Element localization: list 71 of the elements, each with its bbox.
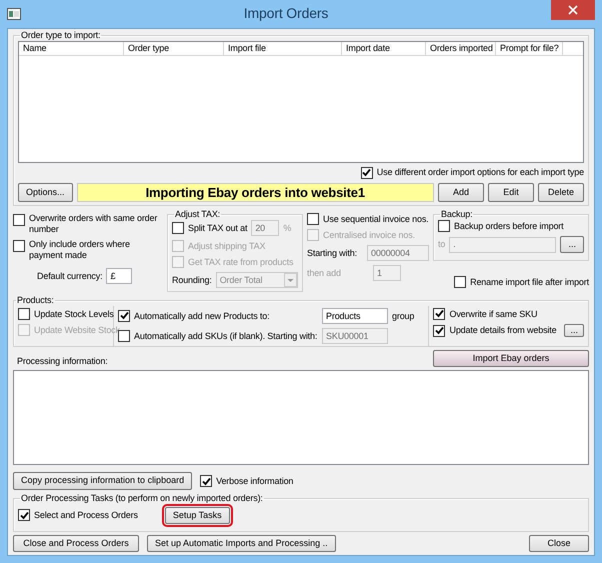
column-header[interactable]: Name xyxy=(19,42,124,55)
group-label: Products: xyxy=(16,295,55,306)
options-button[interactable]: Options... xyxy=(18,182,73,202)
checkbox-label: Update details from website xyxy=(449,325,556,336)
checkbox-label: Automatically add SKUs (if blank). Starting with: xyxy=(134,330,318,342)
field-label: then add xyxy=(307,268,342,279)
checkbox[interactable] xyxy=(433,324,446,337)
checkbox[interactable] xyxy=(13,214,25,226)
window-title: Import Orders xyxy=(242,4,330,22)
close-dialog-button[interactable]: Close xyxy=(529,534,589,552)
checkbox-label: Only include orders where payment made xyxy=(29,238,131,261)
import-button[interactable]: Import Ebay orders xyxy=(433,350,589,368)
field-label: Rounding: xyxy=(172,274,212,286)
checkbox[interactable] xyxy=(360,166,373,179)
checkbox-label: Verbose information xyxy=(216,476,294,486)
setup-tasks-button[interactable]: Setup Tasks xyxy=(164,506,230,524)
checkbox[interactable] xyxy=(454,276,466,288)
checkbox[interactable] xyxy=(172,222,184,234)
column-header[interactable]: Order type xyxy=(124,42,224,55)
checkbox-label: Update Website Stock xyxy=(34,324,120,336)
close-and-process-button[interactable]: Close and Process Orders xyxy=(13,534,139,552)
close-icon xyxy=(568,5,578,15)
checkbox-label: Split TAX out at xyxy=(188,222,248,234)
checkbox-label: Adjust shipping TAX xyxy=(188,240,266,252)
checkbox[interactable] xyxy=(118,330,130,342)
action-button[interactable]: Delete xyxy=(538,182,584,202)
column-header[interactable]: Import file xyxy=(224,42,342,55)
browse-button[interactable]: ... xyxy=(560,236,584,254)
checkbox-label: Overwrite orders with same order number xyxy=(29,213,158,235)
checkbox-label: Use sequential invoice nos. xyxy=(323,214,429,225)
checkbox-label: Use different order import options for each import type xyxy=(376,167,584,178)
action-button[interactable]: Edit xyxy=(488,182,534,202)
automatic-imports-button[interactable]: Set up Automatic Imports and Processing .. xyxy=(147,534,336,552)
checkbox[interactable] xyxy=(438,220,450,232)
group-label: Adjust TAX: xyxy=(174,209,222,220)
details-button[interactable]: ... xyxy=(564,324,584,338)
checkbox[interactable] xyxy=(13,240,25,252)
checkbox[interactable] xyxy=(118,310,130,322)
order-type-list[interactable]: Name Order type Import file Import date Orders imported Prompt for file? xyxy=(18,40,584,163)
field-label: group xyxy=(392,310,414,322)
action-button[interactable]: Add xyxy=(438,182,484,202)
field-label: Default currency: xyxy=(37,270,102,282)
checkbox-label: Select and Process Orders xyxy=(34,510,138,521)
field-label: to xyxy=(438,239,446,250)
checkbox-label: Automatically add new Products to: xyxy=(134,310,270,322)
close-button[interactable] xyxy=(551,0,595,20)
checkbox[interactable] xyxy=(433,308,446,320)
group-label: Order Processing Tasks (to perform on newly imported orders): xyxy=(20,492,264,504)
unit-label: % xyxy=(283,222,292,234)
checkbox[interactable] xyxy=(200,475,212,488)
currency-field[interactable]: £ xyxy=(106,268,132,284)
checkbox-label: Centralised invoice nos. xyxy=(323,230,415,241)
checkbox-label: Get TAX rate from products xyxy=(188,256,294,268)
checkbox-label: Overwrite if same SKU xyxy=(449,308,538,320)
field-label: Starting with: xyxy=(307,248,358,259)
group-label: Order type to import: xyxy=(20,30,102,41)
status-banner: Importing Ebay orders into website1 xyxy=(76,182,434,202)
checkbox-label: Backup orders before import xyxy=(454,220,564,232)
checkbox[interactable] xyxy=(18,308,30,320)
column-header[interactable]: Orders imported xyxy=(426,42,496,55)
checkbox[interactable] xyxy=(307,213,319,226)
copy-button[interactable]: Copy processing information to clipboard xyxy=(13,472,192,490)
section-label: Processing information: xyxy=(17,356,108,368)
checkbox[interactable] xyxy=(18,509,30,522)
checkbox-label: Update Stock Levels xyxy=(34,308,114,320)
column-header[interactable]: Import date xyxy=(342,42,426,55)
group-label: Backup: xyxy=(440,209,474,220)
checkbox-label: Rename import file after import xyxy=(470,276,589,288)
group-field[interactable]: Products xyxy=(322,308,388,324)
app-icon xyxy=(7,8,21,20)
column-header[interactable]: Prompt for file? xyxy=(496,42,563,55)
